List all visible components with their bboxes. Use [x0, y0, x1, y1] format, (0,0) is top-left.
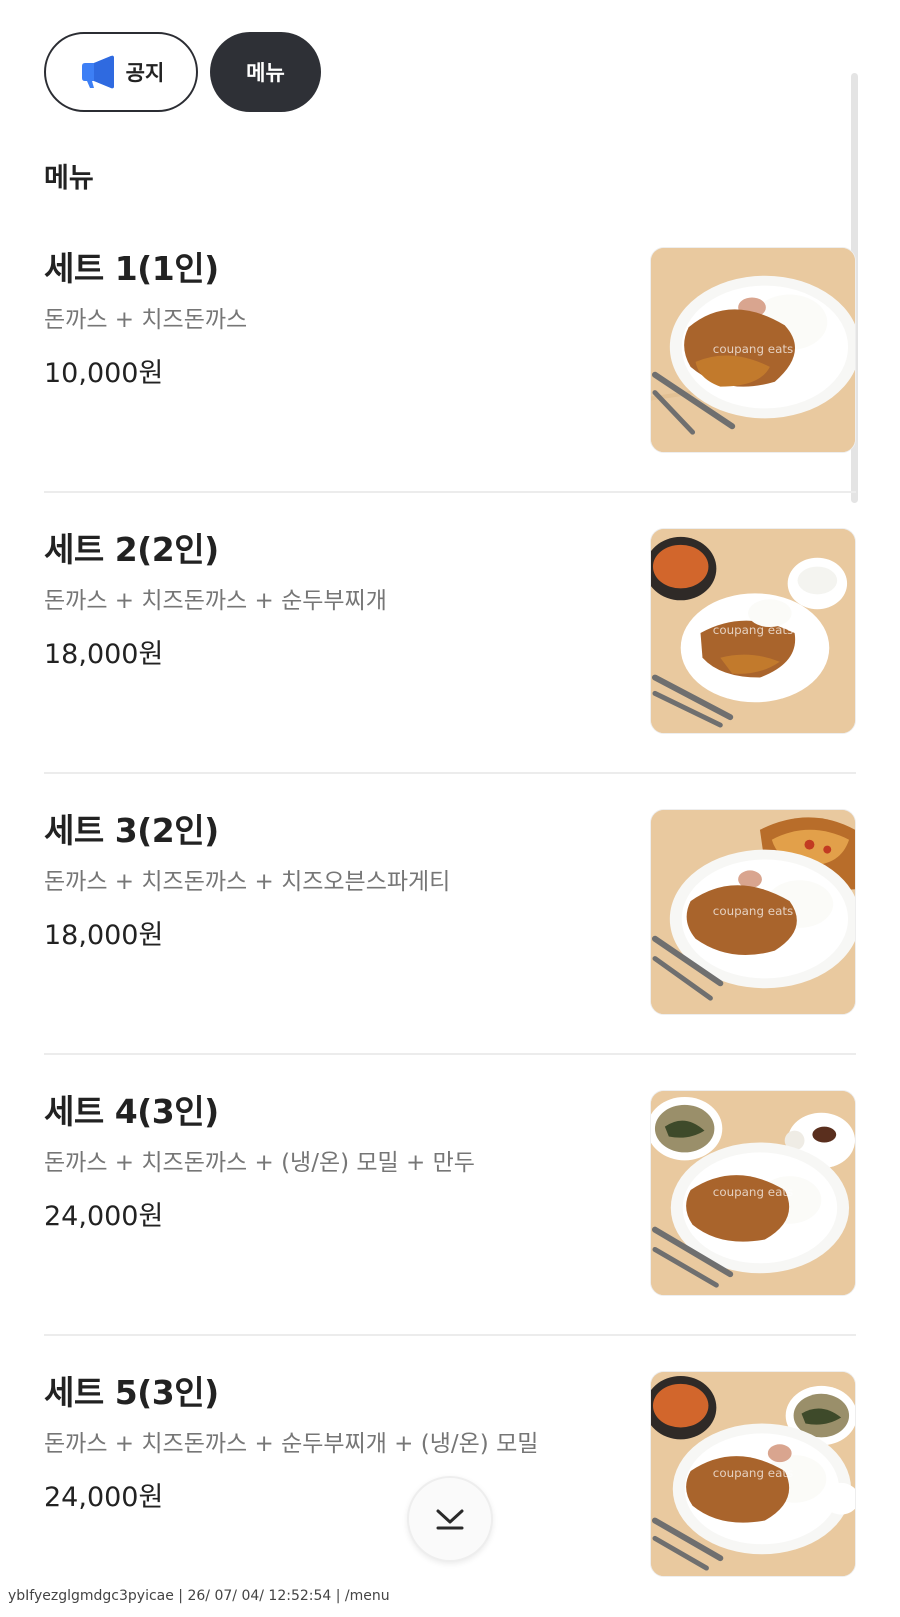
chevron-down-icon [436, 1509, 464, 1530]
menu-item-description: 돈까스 + 치즈돈까스 + 순두부찌개 + (냉/온) 모밀 [44, 1431, 539, 1457]
menu-item-name: 세트 3(2인) [44, 811, 219, 850]
footer-debug-text: ybIfyezglgmdgc3pyicae | 26/ 07/ 04/ 12:5… [8, 1588, 390, 1604]
menu-item[interactable]: 세트 2(2인) 돈까스 + 치즈돈까스 + 순두부찌개 18,000원 cou… [44, 493, 856, 774]
tab-menu[interactable]: 메뉴 [210, 32, 321, 112]
menu-item-name: 세트 4(3인) [44, 1092, 219, 1131]
scroll-down-button[interactable] [407, 1476, 493, 1562]
menu-list: 세트 1(1인) 돈까스 + 치즈돈까스 10,000원 coupang eat… [44, 212, 856, 1617]
megaphone-icon [81, 55, 114, 89]
tab-bar: 공지 메뉴 [44, 32, 321, 112]
tab-notice[interactable]: 공지 [44, 32, 198, 112]
menu-item-description: 돈까스 + 치즈돈까스 + 순두부찌개 [44, 588, 387, 614]
menu-item-price: 18,000원 [44, 920, 164, 951]
menu-item-price: 24,000원 [44, 1482, 164, 1513]
menu-item-image: coupang eats [650, 247, 856, 453]
watermark: coupang eats [713, 623, 793, 637]
menu-item-image: coupang eats [650, 1371, 856, 1577]
menu-item[interactable]: 세트 1(1인) 돈까스 + 치즈돈까스 10,000원 coupang eat… [44, 212, 856, 493]
menu-item-name: 세트 1(1인) [44, 249, 219, 288]
menu-item-description: 돈까스 + 치즈돈까스 + (냉/온) 모밀 + 만두 [44, 1150, 475, 1176]
menu-item-price: 10,000원 [44, 358, 164, 389]
menu-item-price: 24,000원 [44, 1201, 164, 1232]
watermark: coupang eats [713, 904, 793, 918]
menu-item-description: 돈까스 + 치즈돈까스 + 치즈오븐스파게티 [44, 869, 451, 895]
menu-item-price: 18,000원 [44, 639, 164, 670]
tab-notice-label: 공지 [125, 61, 165, 85]
watermark: coupang eats [713, 1185, 793, 1199]
menu-item-image: coupang eats [650, 809, 856, 1015]
menu-item[interactable]: 세트 3(2인) 돈까스 + 치즈돈까스 + 치즈오븐스파게티 18,000원 … [44, 774, 856, 1055]
watermark: coupang eats [713, 342, 793, 356]
menu-item-name: 세트 2(2인) [44, 530, 219, 569]
menu-item-description: 돈까스 + 치즈돈까스 [44, 307, 248, 333]
menu-item-image: coupang eats [650, 528, 856, 734]
section-title: 메뉴 [44, 163, 94, 194]
menu-item-name: 세트 5(3인) [44, 1373, 219, 1412]
watermark: coupang eats [713, 1466, 793, 1480]
tab-menu-label: 메뉴 [246, 61, 285, 85]
menu-item[interactable]: 세트 4(3인) 돈까스 + 치즈돈까스 + (냉/온) 모밀 + 만두 24,… [44, 1055, 856, 1336]
menu-item-image: coupang eats [650, 1090, 856, 1296]
